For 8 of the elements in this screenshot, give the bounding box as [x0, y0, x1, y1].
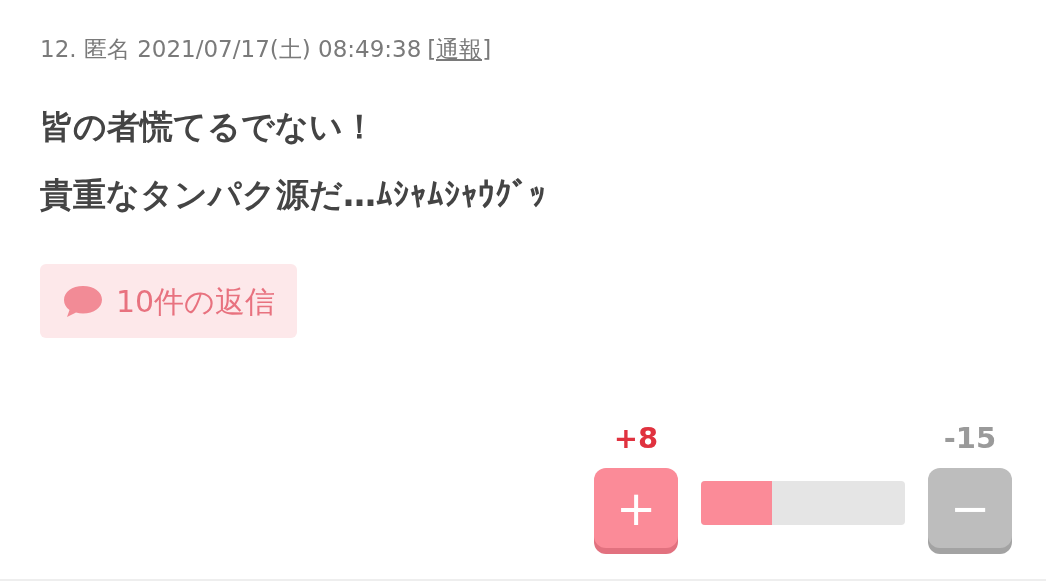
- comment-text: 貴重なタンパク源だ…ﾑｼｬﾑｼｬｳｸﾞｯ: [40, 174, 547, 216]
- speech-bubble-icon: [62, 284, 104, 318]
- plus-vote-count: +8: [613, 420, 659, 457]
- report-link[interactable]: [通報]: [427, 34, 492, 64]
- comment-text: 皆の者慌てるでない！: [40, 106, 377, 148]
- comment-meta: 12. 匿名 2021/07/17(土) 08:49:38: [40, 35, 422, 64]
- replies-button[interactable]: 10件の返信: [40, 264, 298, 338]
- minus-vote-count: -15: [943, 420, 997, 457]
